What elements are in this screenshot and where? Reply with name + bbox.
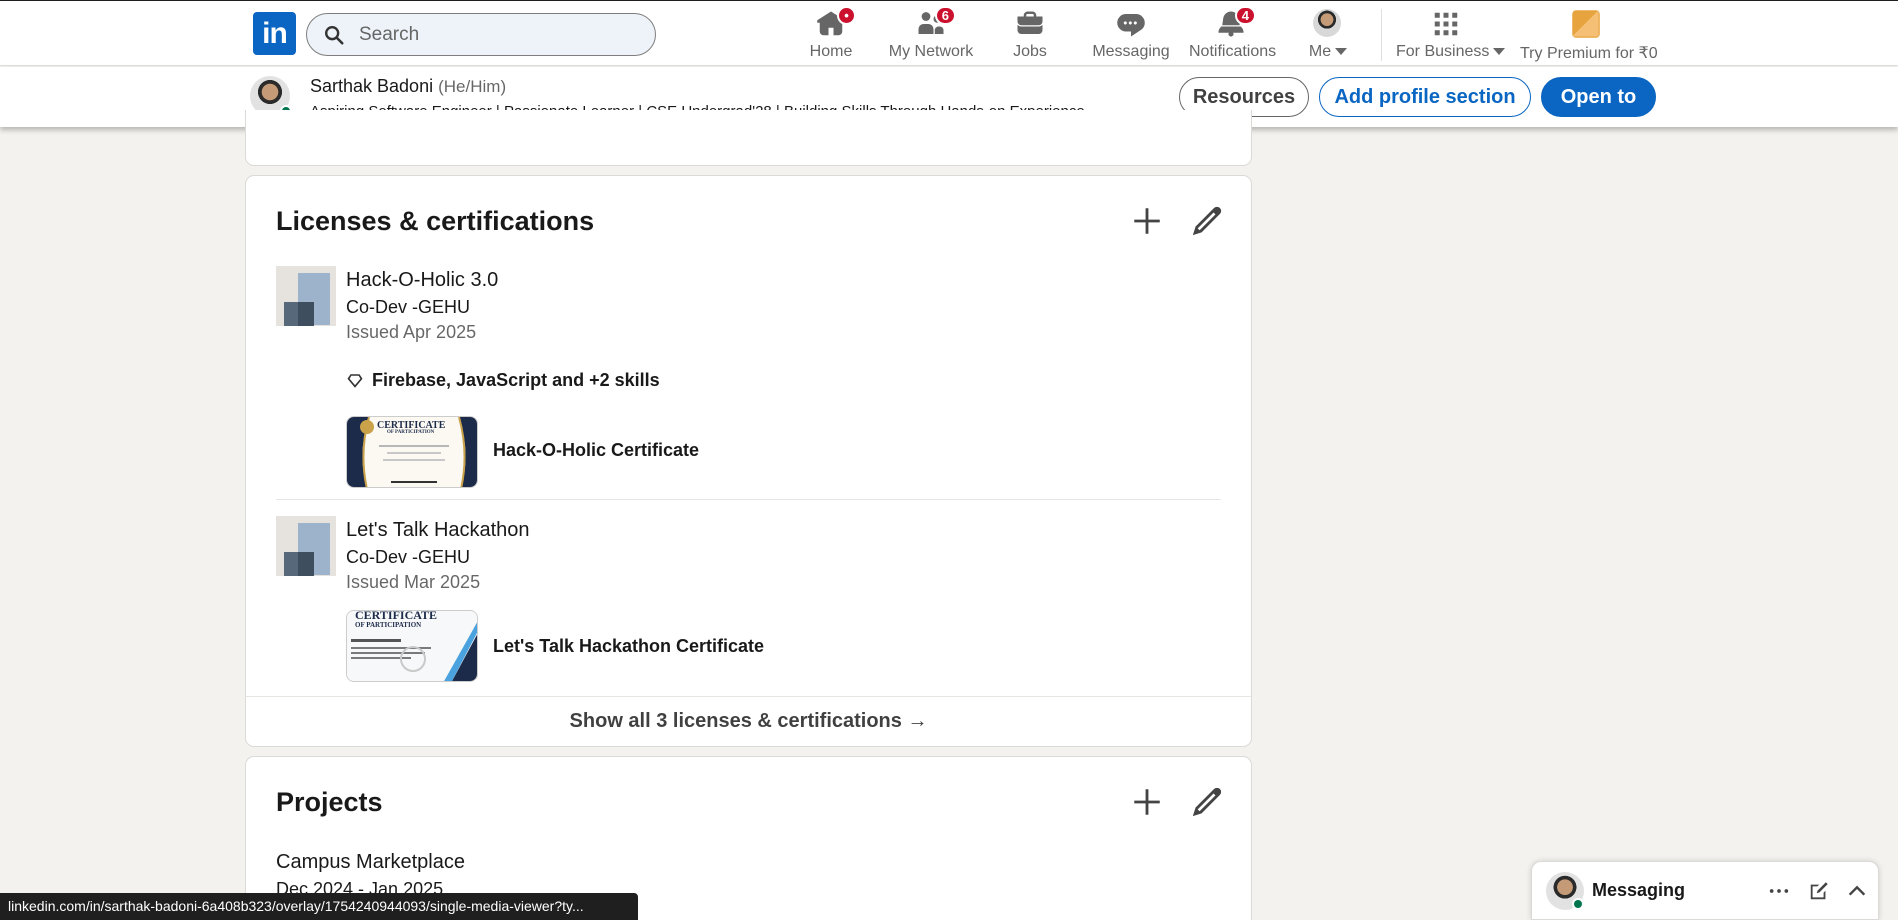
projects-section-title: Projects <box>276 787 383 817</box>
edit-projects-button[interactable] <box>1190 785 1224 819</box>
nav-home-label: Home <box>809 43 853 60</box>
pencil-icon <box>1192 206 1222 236</box>
pencil-icon <box>1192 787 1222 817</box>
nav-for-business-label: For Business <box>1396 43 1506 61</box>
thumbnail-subheading: OF PARTICIPATION <box>355 621 422 629</box>
nav-notifications[interactable]: 4 Notifications <box>1189 6 1277 61</box>
plus-icon <box>1134 789 1160 815</box>
grid-icon <box>1434 12 1458 36</box>
licenses-section-title: Licenses & certifications <box>276 206 595 236</box>
plus-icon <box>1134 208 1160 234</box>
compose-icon[interactable] <box>1808 880 1830 902</box>
skills-text: Firebase, JavaScript and +2 skills <box>372 370 660 390</box>
nav-messaging-label: Messaging <box>1092 43 1170 60</box>
browser-status-bar: linkedin.com/in/sarthak-badoni-6a408b323… <box>0 893 638 920</box>
nav-try-premium[interactable]: Try Premium for ₹0 <box>1520 9 1658 62</box>
nav-notifications-label: Notifications <box>1189 43 1277 60</box>
search-icon <box>325 25 344 45</box>
project-name: Campus Marketplace <box>276 851 465 873</box>
chevron-down-icon <box>1493 48 1506 56</box>
certification-name: Let's Talk Hackathon <box>346 519 530 541</box>
chevron-down-icon <box>1335 48 1348 56</box>
profile-name-line: Sarthak Badoni (He/Him) <box>310 76 506 97</box>
chevron-up-icon[interactable] <box>1846 880 1868 902</box>
open-to-button[interactable]: Open to <box>1541 77 1656 117</box>
nav-messaging[interactable]: Messaging <box>1092 9 1170 61</box>
nav-me[interactable]: Me <box>1308 9 1348 61</box>
nav-for-business[interactable]: For Business <box>1396 9 1506 61</box>
certificate-media-title[interactable]: Hack-O-Holic Certificate <box>493 440 699 461</box>
notifications-badge: 4 <box>1234 6 1256 25</box>
certificate-media-title[interactable]: Let's Talk Hackathon Certificate <box>493 636 764 657</box>
show-all-licenses-link[interactable]: Show all 3 licenses & certifications → <box>246 696 1251 746</box>
profile-pronouns: (He/Him) <box>438 77 507 96</box>
nav-my-network[interactable]: 6 My Network <box>885 6 977 61</box>
search-bar[interactable] <box>306 13 656 56</box>
profile-name: Sarthak Badoni <box>310 76 434 96</box>
edit-licenses-button[interactable] <box>1190 204 1224 238</box>
licenses-certifications-card: Licenses & certifications Hack-O-Holic 3… <box>245 175 1252 747</box>
issuer-logo[interactable] <box>276 266 336 326</box>
messaging-icon <box>1117 14 1145 37</box>
nav-jobs-label: Jobs <box>1013 43 1047 60</box>
previous-section-card <box>245 110 1252 166</box>
search-input[interactable] <box>359 23 639 46</box>
certification-date: Issued Mar 2025 <box>346 572 481 592</box>
certification-issuer: Co-Dev -GEHU <box>346 297 471 317</box>
nav-divider <box>1381 9 1382 61</box>
certificate-media-thumbnail[interactable]: CERTIFICATE OF PARTICIPATION <box>346 416 478 488</box>
ellipsis-icon[interactable] <box>1768 880 1790 902</box>
diamond-icon <box>347 373 363 388</box>
add-profile-section-button[interactable]: Add profile section <box>1319 77 1531 117</box>
messaging-overlay-tab[interactable]: Messaging <box>1531 861 1879 920</box>
issuer-logo[interactable] <box>276 516 336 576</box>
messaging-tab-label: Messaging <box>1592 880 1686 900</box>
network-badge: 6 <box>934 6 956 25</box>
linkedin-logo[interactable]: in <box>253 12 296 55</box>
add-license-button[interactable] <box>1130 204 1164 238</box>
certificate-media-thumbnail[interactable]: CERTIFICATE OF PARTICIPATION <box>346 610 478 682</box>
thumbnail-subheading: OF PARTICIPATION <box>387 430 435 435</box>
nav-try-premium-label: Try Premium for ₹0 <box>1520 45 1658 62</box>
nav-home[interactable]: • Home <box>806 6 856 61</box>
nav-my-network-label: My Network <box>888 43 974 60</box>
nav-jobs[interactable]: Jobs <box>1010 9 1050 61</box>
home-badge: • <box>837 6 856 25</box>
nav-me-label: Me <box>1308 43 1348 61</box>
certification-date: Issued Apr 2025 <box>346 322 477 342</box>
premium-icon <box>1572 10 1600 38</box>
global-nav: in • Home 6 My Network <box>0 0 1898 66</box>
certification-skills[interactable]: Firebase, JavaScript and +2 skills <box>346 370 660 391</box>
me-avatar <box>1313 9 1341 37</box>
item-divider <box>276 499 1221 500</box>
certification-issuer: Co-Dev -GEHU <box>346 547 471 567</box>
certification-name: Hack-O-Holic 3.0 <box>346 269 499 291</box>
jobs-icon <box>1017 11 1043 34</box>
online-status-indicator <box>1572 898 1584 910</box>
add-project-button[interactable] <box>1130 785 1164 819</box>
